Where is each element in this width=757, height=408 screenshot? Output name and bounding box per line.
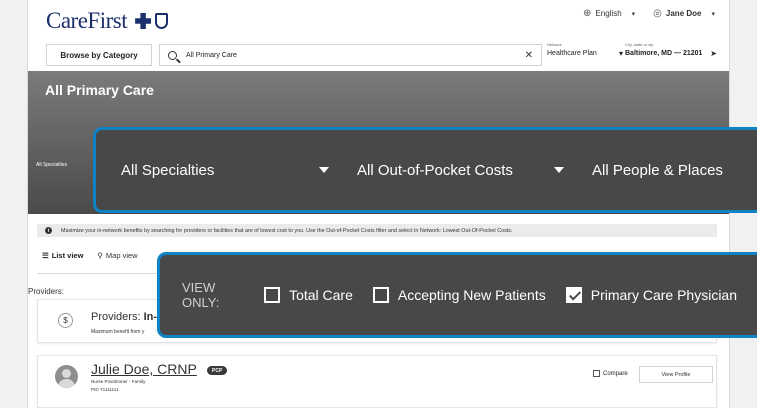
- network-select[interactable]: Network Healthcare Plan ▾: [547, 42, 623, 66]
- shield-logo-icon: [155, 13, 169, 29]
- accepting-new-patients-label: Accepting New Patients: [397, 287, 546, 303]
- search-query: All Primary Care: [186, 51, 237, 59]
- primary-care-physician-checkbox[interactable]: Primary Care Physician: [565, 287, 737, 303]
- search-input[interactable]: All Primary Care ✕: [159, 44, 542, 66]
- compare-checkbox[interactable]: Compare: [593, 370, 628, 377]
- language-label: English: [595, 9, 622, 18]
- primary-care-physician-label: Primary Care Physician: [590, 287, 737, 303]
- people-places-dropdown[interactable]: All People & Places: [592, 162, 723, 179]
- specialties-dropdown[interactable]: All Specialties: [121, 162, 357, 179]
- location-value: Baltimore, MD — 21201: [625, 50, 703, 57]
- costs-dropdown[interactable]: All Out-of-Pocket Costs: [357, 162, 592, 179]
- filters-callout: All Specialties All Out-of-Pocket Costs …: [93, 127, 757, 213]
- close-icon[interactable]: ✕: [525, 50, 533, 61]
- map-view-label: Map view: [105, 251, 138, 260]
- total-care-label: Total Care: [289, 287, 353, 303]
- specialties-filter-small[interactable]: All Specialties: [36, 162, 67, 168]
- chevron-down-icon: [319, 167, 329, 173]
- location-arrow-icon[interactable]: ➤: [710, 49, 717, 58]
- network-value: Healthcare Plan: [547, 50, 597, 57]
- providers-label: Providers:: [28, 287, 65, 296]
- pcp-badge: PCP: [207, 366, 228, 375]
- costs-label: All Out-of-Pocket Costs: [357, 161, 513, 179]
- carefirst-logo[interactable]: CareFirst: [46, 8, 169, 34]
- in-network-subtitle: Maximum benefit from y: [91, 329, 145, 335]
- list-view-tab[interactable]: ☰ List view: [42, 251, 83, 260]
- page-title: All Primary Care: [45, 82, 154, 98]
- network-label: Network: [547, 42, 562, 47]
- cross-logo-icon: [135, 13, 152, 29]
- chevron-down-icon: [554, 167, 564, 173]
- chevron-down-icon: ▾: [631, 10, 636, 18]
- info-text: Maximize your in-network benefits by sea…: [61, 227, 513, 234]
- view-only-label: VIEW ONLY:: [182, 280, 220, 310]
- logo-text: CareFirst: [46, 8, 128, 33]
- map-view-tab[interactable]: ⚲ Map view: [97, 251, 137, 260]
- people-places-label: All People & Places: [592, 161, 723, 179]
- provider-role: Nurse Practitioner - Family: [91, 379, 146, 384]
- browse-by-category-button[interactable]: Browse by Category: [46, 44, 152, 66]
- total-care-checkbox[interactable]: Total Care: [264, 287, 353, 303]
- chevron-down-icon: ▾: [618, 49, 623, 58]
- in-network-title-bold: In-: [143, 311, 158, 323]
- dollar-icon: $: [58, 313, 73, 328]
- user-icon: ◎: [653, 8, 662, 19]
- user-menu[interactable]: ◎ Jane Doe ▾: [653, 8, 715, 19]
- view-only-callout: VIEW ONLY: Total Care Accepting New Pati…: [157, 252, 757, 338]
- chevron-down-icon: ▾: [711, 10, 715, 18]
- info-strip: i Maximize your in-network benefits by s…: [37, 224, 717, 237]
- in-network-title-prefix: Providers:: [91, 311, 144, 323]
- checkbox-icon: [264, 287, 281, 303]
- user-name: Jane Doe: [665, 9, 702, 18]
- provider-card: Julie Doe, CRNP PCP Nurse Practitioner -…: [37, 355, 717, 408]
- top-right-nav: ⊕ English ▾ ◎ Jane Doe ▾: [583, 8, 715, 19]
- checkbox-checked-icon: [565, 287, 582, 303]
- search-icon: [168, 50, 177, 60]
- checkbox-icon: [372, 287, 389, 303]
- info-icon: i: [45, 227, 52, 234]
- location-label: City, state or zip: [625, 42, 654, 47]
- view-profile-button[interactable]: View Profile: [639, 366, 713, 383]
- map-pin-icon: ⚲: [97, 251, 103, 260]
- avatar: [55, 365, 78, 388]
- in-network-title: Providers: In-: [91, 311, 157, 323]
- list-icon: ☰: [42, 251, 49, 260]
- provider-pid: PID T1111111: [91, 387, 119, 392]
- specialties-label: All Specialties: [121, 161, 215, 179]
- location-input[interactable]: City, state or zip Baltimore, MD — 21201…: [625, 42, 717, 66]
- accepting-new-patients-checkbox[interactable]: Accepting New Patients: [372, 287, 546, 303]
- checkbox-icon: [593, 370, 600, 377]
- globe-icon: ⊕: [583, 8, 592, 19]
- view-toggle: ☰ List view ⚲ Map view: [42, 251, 138, 260]
- language-selector[interactable]: ⊕ English ▾: [583, 8, 635, 19]
- provider-name-link[interactable]: Julie Doe, CRNP: [91, 361, 197, 377]
- list-view-label: List view: [51, 251, 84, 260]
- compare-label: Compare: [603, 370, 628, 377]
